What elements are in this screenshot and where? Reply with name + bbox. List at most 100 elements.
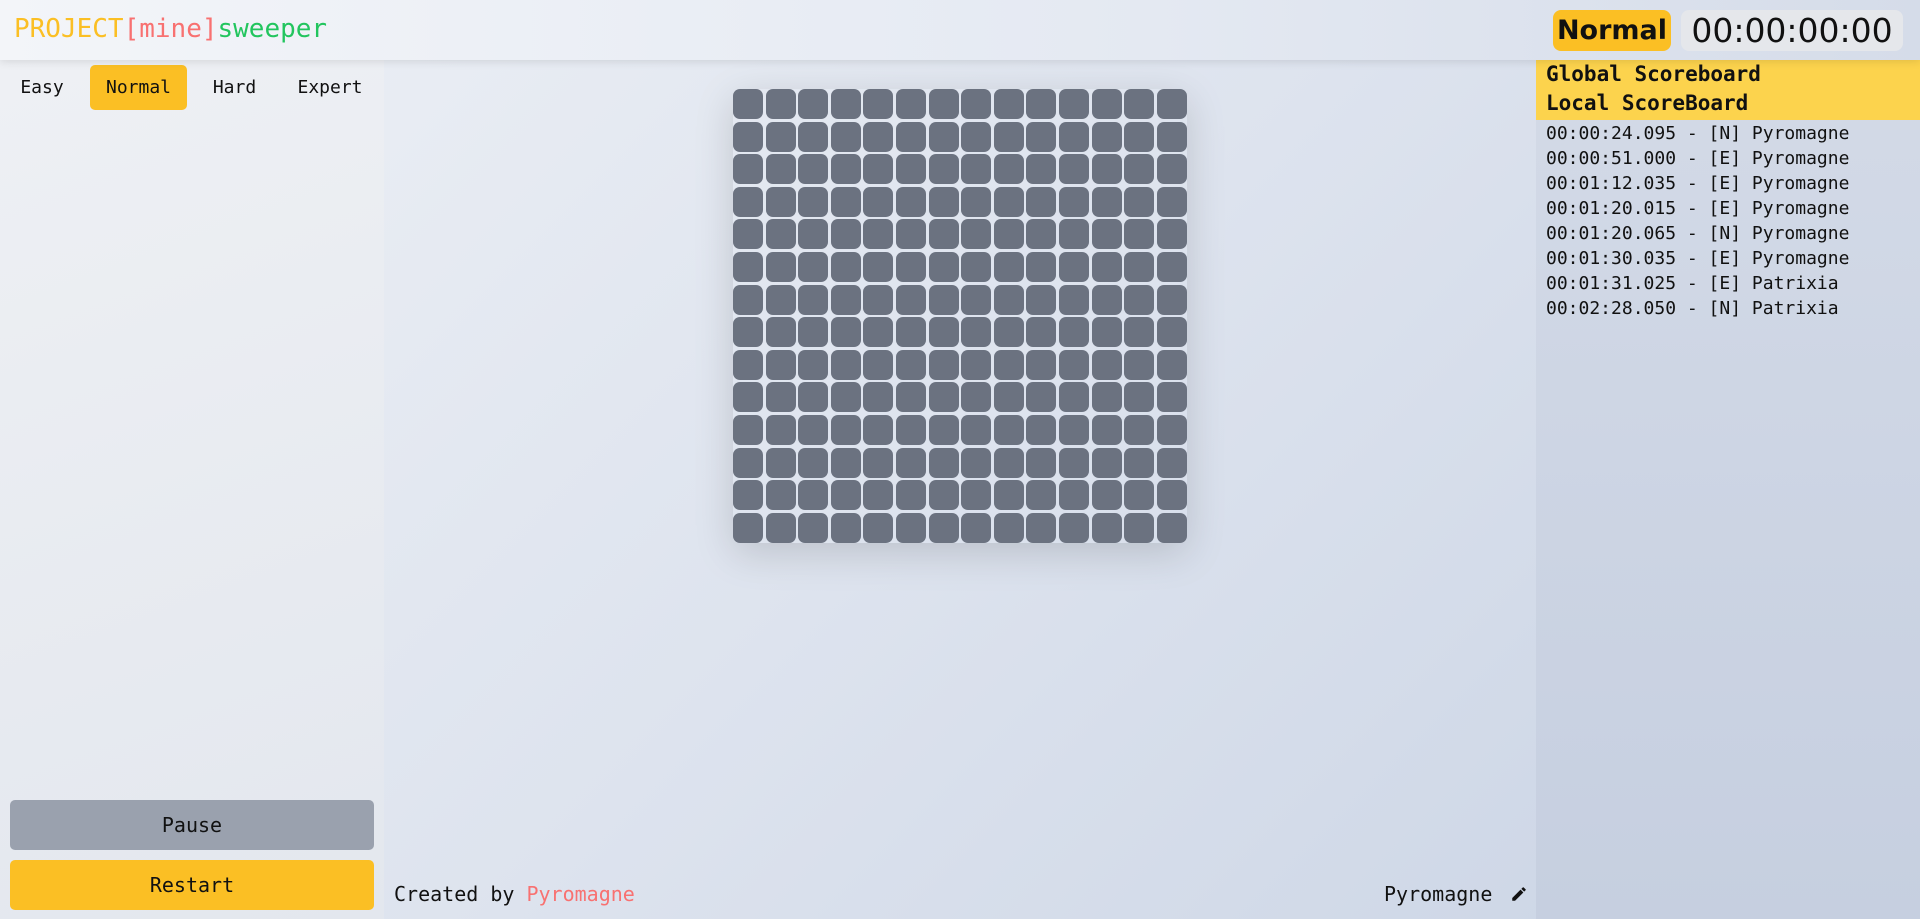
board-cell[interactable]	[1091, 512, 1122, 543]
board-cell[interactable]	[765, 284, 796, 315]
board-cell[interactable]	[928, 251, 959, 282]
board-cell[interactable]	[798, 284, 829, 315]
board-cell[interactable]	[765, 317, 796, 348]
board-cell[interactable]	[765, 251, 796, 282]
board-cell[interactable]	[1156, 414, 1187, 445]
board-cell[interactable]	[928, 382, 959, 413]
board-cell[interactable]	[1091, 121, 1122, 152]
board-cell[interactable]	[830, 89, 861, 119]
board-cell[interactable]	[1058, 154, 1089, 185]
board-cell[interactable]	[863, 89, 894, 119]
board-cell[interactable]	[1058, 251, 1089, 282]
board-cell[interactable]	[961, 317, 992, 348]
board-cell[interactable]	[798, 447, 829, 478]
board-cell[interactable]	[1091, 251, 1122, 282]
board-cell[interactable]	[1091, 219, 1122, 250]
tab-global-scoreboard[interactable]: Global Scoreboard	[1546, 62, 1761, 86]
board-cell[interactable]	[863, 317, 894, 348]
board-cell[interactable]	[830, 480, 861, 511]
board-cell[interactable]	[1026, 512, 1057, 543]
board-cell[interactable]	[993, 284, 1024, 315]
board-cell[interactable]	[895, 317, 926, 348]
board-cell[interactable]	[863, 447, 894, 478]
board-cell[interactable]	[733, 480, 763, 511]
board-cell[interactable]	[1058, 186, 1089, 217]
board-cell[interactable]	[1058, 382, 1089, 413]
board-cell[interactable]	[830, 251, 861, 282]
board-cell[interactable]	[830, 317, 861, 348]
board-cell[interactable]	[765, 186, 796, 217]
board-cell[interactable]	[1124, 251, 1155, 282]
board-cell[interactable]	[863, 512, 894, 543]
board-cell[interactable]	[733, 219, 763, 250]
board-cell[interactable]	[830, 154, 861, 185]
board-cell[interactable]	[733, 349, 763, 380]
board-cell[interactable]	[1026, 480, 1057, 511]
board-cell[interactable]	[830, 186, 861, 217]
board-cell[interactable]	[993, 349, 1024, 380]
board-cell[interactable]	[993, 447, 1024, 478]
board-cell[interactable]	[1091, 414, 1122, 445]
board-cell[interactable]	[830, 414, 861, 445]
board-cell[interactable]	[733, 382, 763, 413]
board-cell[interactable]	[798, 317, 829, 348]
board-cell[interactable]	[1026, 89, 1057, 119]
board-cell[interactable]	[765, 219, 796, 250]
board-cell[interactable]	[1156, 317, 1187, 348]
board-cell[interactable]	[863, 219, 894, 250]
board-cell[interactable]	[733, 251, 763, 282]
board-cell[interactable]	[928, 512, 959, 543]
board-cell[interactable]	[733, 186, 763, 217]
board-cell[interactable]	[895, 480, 926, 511]
board-cell[interactable]	[961, 89, 992, 119]
board-cell[interactable]	[1091, 349, 1122, 380]
board-cell[interactable]	[1026, 284, 1057, 315]
board-cell[interactable]	[928, 284, 959, 315]
board-cell[interactable]	[1156, 89, 1187, 119]
board-cell[interactable]	[830, 512, 861, 543]
board-cell[interactable]	[1091, 284, 1122, 315]
board-cell[interactable]	[863, 251, 894, 282]
board-cell[interactable]	[1026, 251, 1057, 282]
board-cell[interactable]	[928, 186, 959, 217]
difficulty-easy[interactable]: Easy	[10, 65, 74, 110]
board-cell[interactable]	[1124, 414, 1155, 445]
board-cell[interactable]	[895, 284, 926, 315]
board-cell[interactable]	[1156, 447, 1187, 478]
board-cell[interactable]	[765, 447, 796, 478]
difficulty-expert[interactable]: Expert	[286, 65, 374, 110]
board-cell[interactable]	[1124, 121, 1155, 152]
board-cell[interactable]	[895, 186, 926, 217]
board-cell[interactable]	[863, 186, 894, 217]
board-cell[interactable]	[830, 382, 861, 413]
board-cell[interactable]	[993, 382, 1024, 413]
board-cell[interactable]	[1091, 89, 1122, 119]
board-cell[interactable]	[993, 121, 1024, 152]
board-cell[interactable]	[1058, 447, 1089, 478]
board-cell[interactable]	[798, 512, 829, 543]
board-cell[interactable]	[863, 414, 894, 445]
board-cell[interactable]	[1026, 447, 1057, 478]
board-cell[interactable]	[1156, 480, 1187, 511]
board-cell[interactable]	[733, 89, 763, 119]
board-cell[interactable]	[928, 447, 959, 478]
board-cell[interactable]	[961, 447, 992, 478]
board-cell[interactable]	[895, 121, 926, 152]
board-cell[interactable]	[895, 382, 926, 413]
board-cell[interactable]	[733, 154, 763, 185]
board-cell[interactable]	[993, 186, 1024, 217]
restart-button[interactable]: Restart	[10, 860, 374, 910]
board-cell[interactable]	[1091, 154, 1122, 185]
board-cell[interactable]	[863, 284, 894, 315]
board-cell[interactable]	[1091, 447, 1122, 478]
board-cell[interactable]	[993, 512, 1024, 543]
board-cell[interactable]	[1124, 382, 1155, 413]
board-cell[interactable]	[961, 512, 992, 543]
board-cell[interactable]	[798, 414, 829, 445]
board-cell[interactable]	[895, 512, 926, 543]
board-cell[interactable]	[863, 349, 894, 380]
board-cell[interactable]	[1026, 382, 1057, 413]
board-cell[interactable]	[830, 284, 861, 315]
board-cell[interactable]	[928, 480, 959, 511]
board-cell[interactable]	[1156, 154, 1187, 185]
